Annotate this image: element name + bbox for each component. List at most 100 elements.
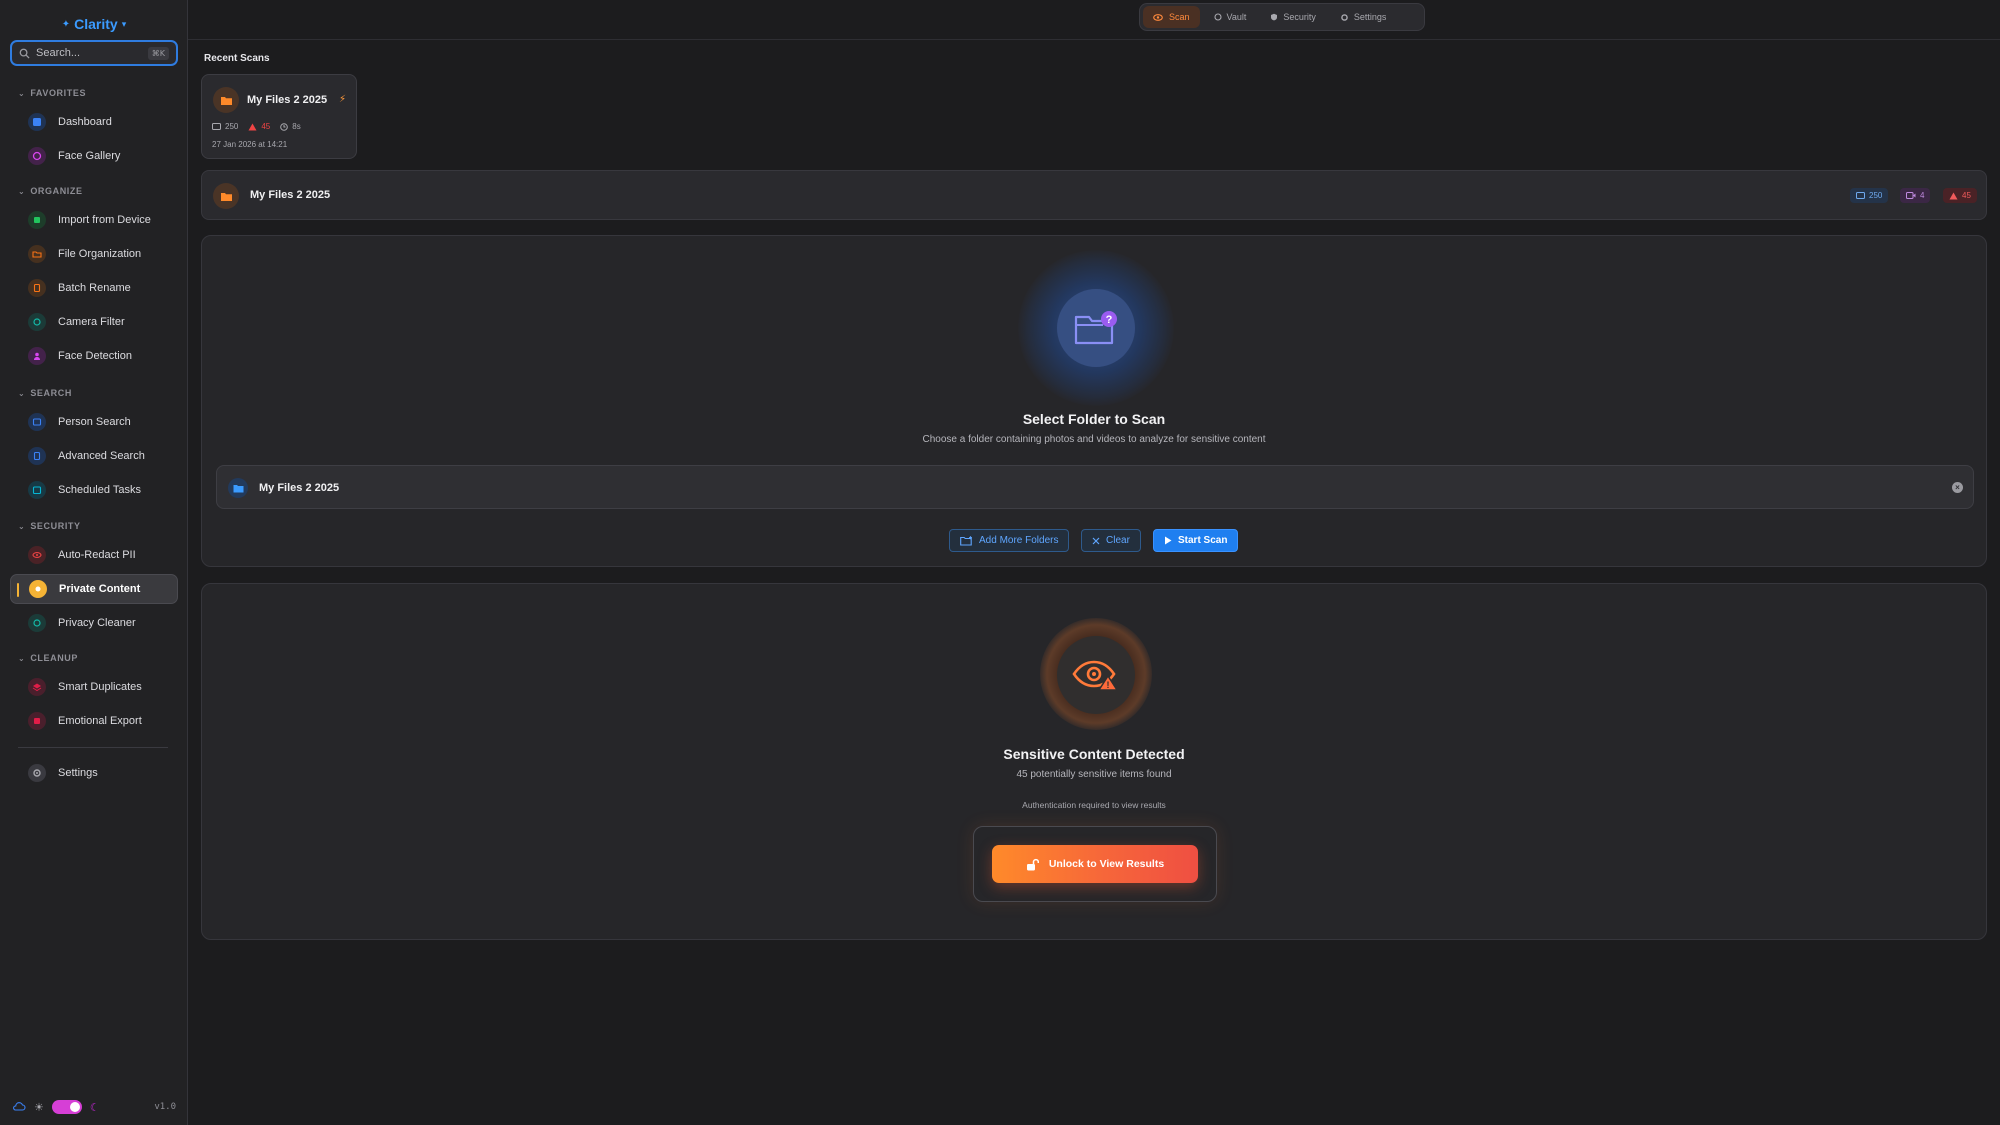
sidebar-item-label: Dashboard bbox=[58, 116, 112, 128]
button-label: Start Scan bbox=[1178, 535, 1228, 546]
sidebar-item-import[interactable]: Import from Device bbox=[10, 205, 178, 235]
sidebar: ✦ Clarity ▾ ⌘K ⌄ FAVORITES Dashboard Fac… bbox=[0, 0, 188, 1125]
vault-icon bbox=[1213, 13, 1222, 21]
video-icon bbox=[1906, 192, 1916, 199]
sidebar-item-scheduled-tasks[interactable]: Scheduled Tasks bbox=[10, 475, 178, 505]
button-label: Add More Folders bbox=[979, 535, 1059, 546]
theme-toggle[interactable] bbox=[51, 1100, 82, 1114]
folder-icon bbox=[228, 478, 248, 498]
recent-scan-card[interactable]: My Files 2 2025 ⚡ 250 45 8s 27 Jan 2026 … bbox=[201, 74, 357, 159]
tab-group: Scan Vault Security Settings bbox=[1139, 3, 1425, 31]
alert-count: 45 bbox=[248, 122, 270, 131]
sidebar-item-label: Person Search bbox=[58, 416, 131, 428]
sidebar-item-label: Camera Filter bbox=[58, 316, 125, 328]
sidebar-item-label: Emotional Export bbox=[58, 715, 142, 727]
svg-text:?: ? bbox=[1106, 314, 1113, 326]
sidebar-item-smart-duplicates[interactable]: Smart Duplicates bbox=[10, 672, 178, 702]
folder-icon bbox=[213, 183, 239, 209]
sidebar-item-emotional-export[interactable]: Emotional Export bbox=[10, 706, 178, 736]
dashboard-icon bbox=[28, 113, 46, 131]
security-icon bbox=[1271, 13, 1278, 21]
sidebar-item-batch-rename[interactable]: Batch Rename bbox=[10, 273, 178, 303]
sidebar-item-dashboard[interactable]: Dashboard bbox=[10, 107, 178, 137]
sidebar-item-label: Advanced Search bbox=[58, 450, 145, 462]
face-detection-icon bbox=[28, 347, 46, 365]
tab-label: Security bbox=[1283, 12, 1316, 22]
alert-count-badge: 45 bbox=[1943, 188, 1977, 203]
video-count-badge: 4 bbox=[1900, 188, 1931, 203]
add-more-folders-button[interactable]: Add More Folders bbox=[949, 529, 1070, 552]
section-title: SECURITY bbox=[30, 521, 81, 531]
section-favorites[interactable]: ⌄ FAVORITES bbox=[18, 87, 86, 99]
scanned-folder-row[interactable]: My Files 2 2025 250 4 45 bbox=[201, 170, 1987, 220]
section-cleanup[interactable]: ⌄ CLEANUP bbox=[18, 652, 78, 664]
sidebar-item-person-search[interactable]: Person Search bbox=[10, 407, 178, 437]
sidebar-item-advanced-search[interactable]: Advanced Search bbox=[10, 441, 178, 471]
unlock-results-button[interactable]: Unlock to View Results bbox=[992, 845, 1198, 883]
shortcut-hint: ⌘K bbox=[147, 46, 169, 60]
top-bar: Scan Vault Security Settings bbox=[188, 0, 2000, 40]
unlock-icon bbox=[1026, 858, 1039, 870]
scan-eye-icon bbox=[1153, 13, 1163, 21]
section-organize[interactable]: ⌄ ORGANIZE bbox=[18, 185, 83, 197]
cloud-icon[interactable] bbox=[12, 1098, 26, 1116]
face-gallery-icon bbox=[28, 147, 46, 165]
search-input[interactable] bbox=[36, 47, 142, 59]
chevron-down-icon: ⌄ bbox=[18, 88, 26, 98]
sidebar-item-settings[interactable]: Settings bbox=[10, 758, 178, 788]
chevron-down-icon: ⌄ bbox=[18, 186, 26, 196]
tab-security[interactable]: Security bbox=[1260, 6, 1326, 28]
tab-label: Vault bbox=[1226, 12, 1247, 22]
shield-icon bbox=[29, 580, 47, 598]
gear-icon bbox=[1341, 13, 1348, 21]
sidebar-item-private-content[interactable]: Private Content bbox=[10, 574, 178, 604]
sidebar-item-label: Import from Device bbox=[58, 214, 151, 226]
start-scan-button[interactable]: Start Scan bbox=[1153, 529, 1239, 552]
sidebar-item-label: Private Content bbox=[59, 583, 141, 595]
sidebar-item-label: Auto-Redact PII bbox=[58, 549, 136, 561]
rename-icon bbox=[28, 279, 46, 297]
video-count-value: 4 bbox=[1920, 191, 1925, 200]
folder-name: My Files 2 2025 bbox=[250, 189, 331, 201]
clock-icon bbox=[280, 122, 289, 131]
section-security[interactable]: ⌄ SECURITY bbox=[18, 520, 81, 532]
sidebar-item-face-gallery[interactable]: Face Gallery bbox=[10, 141, 178, 171]
image-count-value: 250 bbox=[1869, 191, 1883, 200]
image-icon bbox=[212, 123, 221, 130]
moon-icon: ☾ bbox=[89, 1101, 100, 1114]
tab-vault[interactable]: Vault bbox=[1204, 6, 1257, 28]
sidebar-item-label: Smart Duplicates bbox=[58, 681, 142, 693]
warning-icon bbox=[248, 123, 257, 130]
tab-settings[interactable]: Settings bbox=[1330, 6, 1397, 28]
sidebar-item-face-detection[interactable]: Face Detection bbox=[10, 341, 178, 371]
sidebar-item-label: Settings bbox=[58, 767, 98, 779]
chevron-down-icon: ⌄ bbox=[18, 388, 26, 398]
bolt-icon: ⚡ bbox=[339, 94, 347, 105]
sidebar-item-privacy-cleaner[interactable]: Privacy Cleaner bbox=[10, 608, 178, 638]
warning-icon bbox=[1949, 192, 1958, 199]
auth-note: Authentication required to view results bbox=[1022, 800, 1166, 810]
sidebar-item-label: Face Gallery bbox=[58, 150, 121, 162]
folder-icon bbox=[213, 87, 239, 113]
person-search-icon bbox=[28, 413, 46, 431]
selected-folder[interactable]: My Files 2 2025 × bbox=[216, 465, 1974, 509]
sidebar-item-auto-redact[interactable]: Auto-Redact PII bbox=[10, 540, 178, 570]
section-search[interactable]: ⌄ SEARCH bbox=[18, 387, 72, 399]
sidebar-divider bbox=[18, 747, 168, 748]
remove-folder-icon[interactable]: × bbox=[1952, 482, 1963, 493]
clear-button[interactable]: Clear bbox=[1081, 529, 1141, 552]
sidebar-item-camera-filter[interactable]: Camera Filter bbox=[10, 307, 178, 337]
duplicates-icon bbox=[28, 678, 46, 696]
tab-scan[interactable]: Scan bbox=[1143, 6, 1200, 28]
search-box[interactable]: ⌘K bbox=[10, 40, 178, 66]
gear-icon bbox=[28, 764, 46, 782]
sidebar-item-file-organization[interactable]: File Organization bbox=[10, 239, 178, 269]
tab-label: Settings bbox=[1353, 12, 1387, 22]
alert-count-value: 45 bbox=[261, 122, 271, 131]
selected-folder-name: My Files 2 2025 bbox=[259, 482, 340, 494]
app-name: Clarity bbox=[74, 16, 118, 32]
duration: 8s bbox=[280, 122, 301, 131]
app-switcher[interactable]: ✦ Clarity ▾ bbox=[0, 14, 188, 34]
app-version: v1.0 bbox=[154, 1102, 176, 1112]
sensitive-content-panel: ! Sensitive Content Detected 45 potentia… bbox=[201, 583, 1987, 940]
